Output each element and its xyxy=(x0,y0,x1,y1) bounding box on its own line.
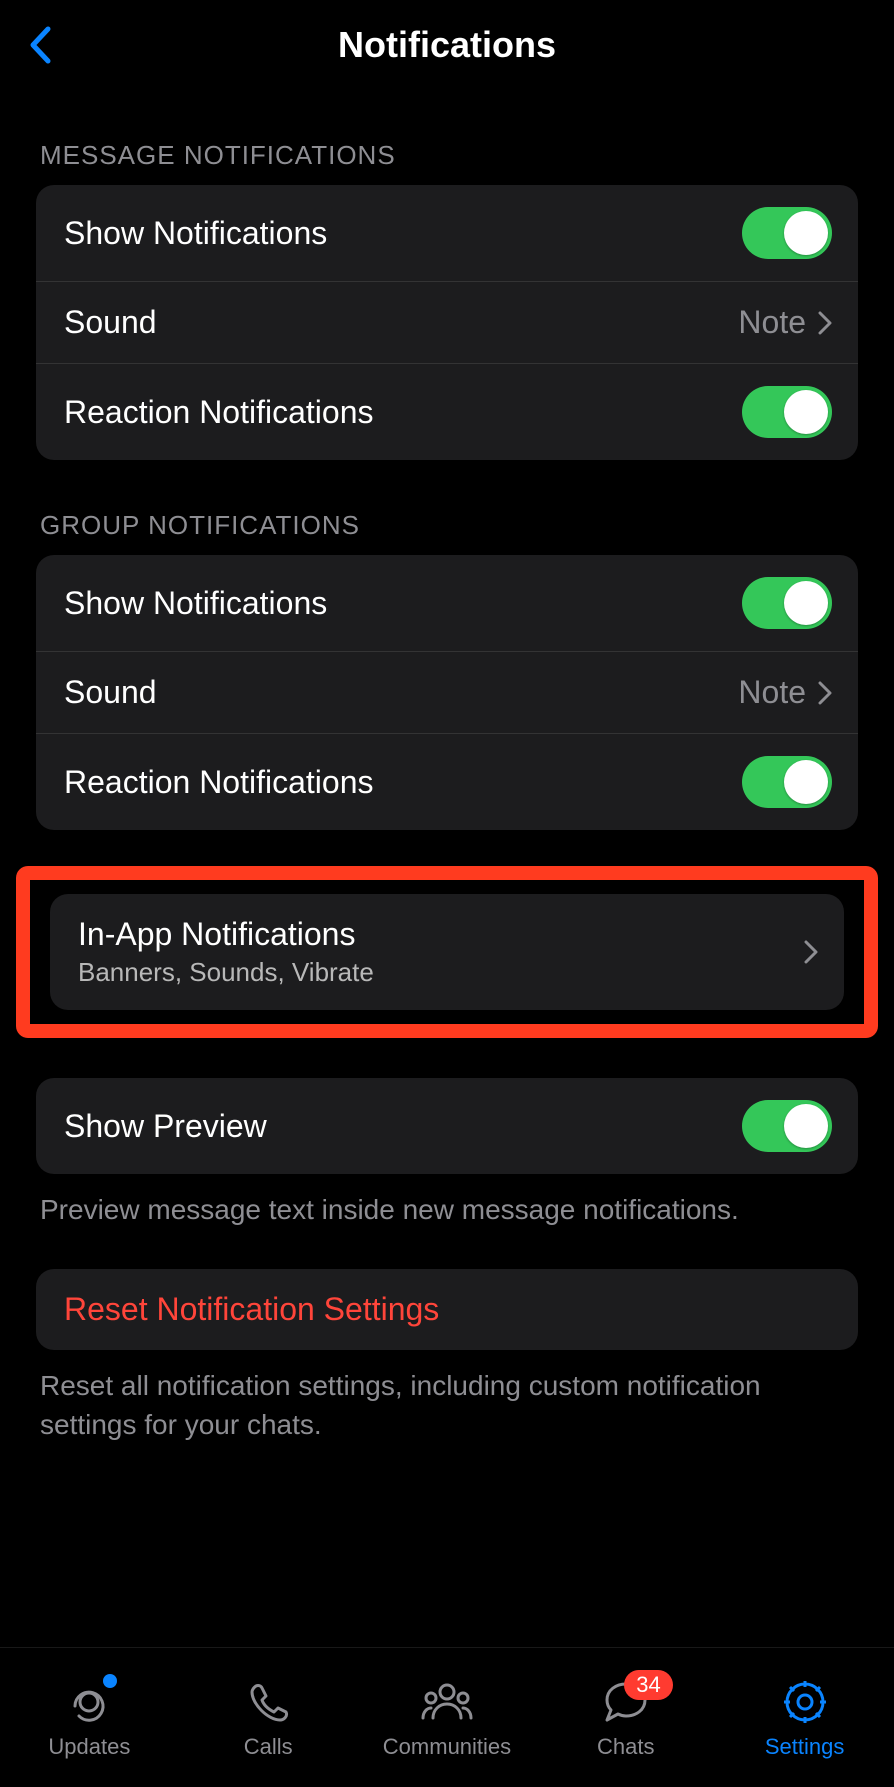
tab-calls[interactable]: Calls xyxy=(179,1648,358,1787)
tab-label: Chats xyxy=(597,1734,654,1760)
chevron-right-icon xyxy=(804,940,818,964)
header: Notifications xyxy=(0,0,894,90)
row-label: Sound xyxy=(64,304,157,341)
row-label: Show Notifications xyxy=(64,215,327,252)
row-show-notifications[interactable]: Show Notifications xyxy=(36,185,858,281)
reset-footer: Reset all notification settings, includi… xyxy=(40,1366,854,1444)
row-label: In-App Notifications xyxy=(78,916,374,953)
chats-badge: 34 xyxy=(624,1670,672,1700)
sound-value: Note xyxy=(738,674,806,711)
row-group-reaction-notifications[interactable]: Reaction Notifications xyxy=(36,733,858,830)
row-label: Sound xyxy=(64,674,157,711)
show-preview-group: Show Preview xyxy=(36,1078,858,1174)
back-button[interactable] xyxy=(20,20,60,70)
row-reset-notification-settings[interactable]: Reset Notification Settings xyxy=(36,1269,858,1350)
group-notifications-group: Show Notifications Sound Note Reaction N… xyxy=(36,555,858,830)
page-title: Notifications xyxy=(338,24,556,66)
row-reaction-notifications[interactable]: Reaction Notifications xyxy=(36,363,858,460)
toggle-group-reaction-notifications[interactable] xyxy=(742,756,832,808)
tab-label: Updates xyxy=(48,1734,130,1760)
row-group-show-notifications[interactable]: Show Notifications xyxy=(36,555,858,651)
row-group-sound[interactable]: Sound Note xyxy=(36,651,858,733)
row-label: Show Preview xyxy=(64,1108,267,1145)
row-label: Reaction Notifications xyxy=(64,394,373,431)
toggle-show-notifications[interactable] xyxy=(742,207,832,259)
in-app-notifications-group: In-App Notifications Banners, Sounds, Vi… xyxy=(50,894,844,1010)
tab-bar: Updates Calls Communities 34 xyxy=(0,1647,894,1787)
toggle-reaction-notifications[interactable] xyxy=(742,386,832,438)
section-header-message: MESSAGE NOTIFICATIONS xyxy=(40,140,858,171)
row-show-preview[interactable]: Show Preview xyxy=(36,1078,858,1174)
tab-settings[interactable]: Settings xyxy=(715,1648,894,1787)
tab-label: Settings xyxy=(765,1734,845,1760)
row-sublabel: Banners, Sounds, Vibrate xyxy=(78,957,374,988)
section-header-group: GROUP NOTIFICATIONS xyxy=(40,510,858,541)
chevron-right-icon xyxy=(818,311,832,335)
reset-group: Reset Notification Settings xyxy=(36,1269,858,1350)
row-label: Reset Notification Settings xyxy=(64,1291,439,1328)
communities-icon xyxy=(419,1680,475,1724)
phone-icon xyxy=(246,1680,290,1724)
row-in-app-notifications[interactable]: In-App Notifications Banners, Sounds, Vi… xyxy=(50,894,844,1010)
message-notifications-group: Show Notifications Sound Note Reaction N… xyxy=(36,185,858,460)
highlight-in-app-notifications: In-App Notifications Banners, Sounds, Vi… xyxy=(16,866,878,1038)
toggle-show-preview[interactable] xyxy=(742,1100,832,1152)
row-label: Reaction Notifications xyxy=(64,764,373,801)
row-label: Show Notifications xyxy=(64,585,327,622)
tab-label: Calls xyxy=(244,1734,293,1760)
chevron-right-icon xyxy=(818,681,832,705)
tab-chats[interactable]: 34 Chats xyxy=(536,1648,715,1787)
preview-footer: Preview message text inside new message … xyxy=(40,1190,854,1229)
chevron-left-icon xyxy=(29,26,51,64)
sound-value: Note xyxy=(738,304,806,341)
tab-label: Communities xyxy=(383,1734,511,1760)
gear-icon xyxy=(782,1679,828,1725)
row-sound[interactable]: Sound Note xyxy=(36,281,858,363)
tab-communities[interactable]: Communities xyxy=(358,1648,537,1787)
toggle-group-show-notifications[interactable] xyxy=(742,577,832,629)
updates-dot-indicator xyxy=(103,1674,117,1688)
tab-updates[interactable]: Updates xyxy=(0,1648,179,1787)
